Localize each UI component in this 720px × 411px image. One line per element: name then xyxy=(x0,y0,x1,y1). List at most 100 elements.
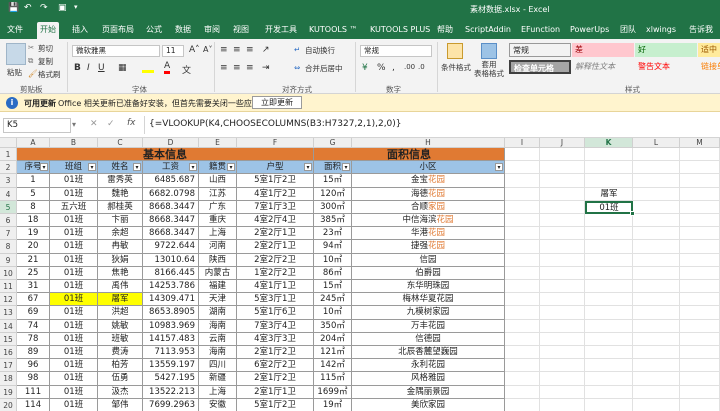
align-right-icon[interactable]: ≡ xyxy=(246,63,254,73)
grid-cell[interactable] xyxy=(505,319,540,333)
grid-cell[interactable] xyxy=(680,280,720,294)
table-cell[interactable]: 01班 xyxy=(50,372,98,386)
grid-cell[interactable] xyxy=(680,346,720,360)
table-cell[interactable]: 1699㎡ xyxy=(314,385,352,399)
grid-cell[interactable] xyxy=(540,148,585,162)
table-cell[interactable]: 13010.64 xyxy=(143,253,199,267)
table-cell[interactable]: 上海 xyxy=(199,385,237,399)
comma-icon[interactable]: , xyxy=(392,63,395,73)
table-cell[interactable]: 5室3厅1卫 xyxy=(237,293,314,307)
row-header-19[interactable]: 19 xyxy=(0,385,17,399)
column-header-a[interactable]: A xyxy=(17,138,50,148)
grid-cell[interactable] xyxy=(633,253,680,267)
table-cell[interactable]: 8653.8905 xyxy=(143,306,199,320)
tab-powerups[interactable]: PowerUps xyxy=(567,22,612,39)
filter-dropdown-icon[interactable]: ▾ xyxy=(495,163,503,172)
row-header-20[interactable]: 20 xyxy=(0,398,17,411)
grid-cell[interactable] xyxy=(540,266,585,280)
tab-view[interactable]: 视图 xyxy=(230,22,252,39)
grid-cell[interactable] xyxy=(540,359,585,373)
grid-cell[interactable] xyxy=(680,332,720,346)
table-cell[interactable]: 19㎡ xyxy=(314,398,352,411)
table-cell[interactable]: 121㎡ xyxy=(314,346,352,360)
grid-cell[interactable] xyxy=(505,253,540,267)
namebox-dropdown-icon[interactable]: ▾ xyxy=(72,120,76,129)
table-cell[interactable]: 10983.969 xyxy=(143,319,199,333)
table-cell[interactable]: 8668.3447 xyxy=(143,227,199,241)
table-cell[interactable]: 重庆 xyxy=(199,214,237,228)
indent-icon[interactable]: ⇥ xyxy=(262,63,270,73)
table-cell[interactable]: 上海 xyxy=(199,227,237,241)
row-header-18[interactable]: 18 xyxy=(0,372,17,386)
table-cell[interactable]: 金隅丽景园 xyxy=(352,385,505,399)
undo-icon[interactable]: ↶ xyxy=(24,3,32,13)
table-cell[interactable]: 1 xyxy=(17,174,50,188)
row-header-8[interactable]: 8 xyxy=(0,240,17,254)
row-header-1[interactable]: 1 xyxy=(0,148,17,162)
align-middle-icon[interactable]: ≡ xyxy=(233,45,241,55)
grid-cell[interactable] xyxy=(633,293,680,307)
table-cell[interactable]: 郝桂英 xyxy=(98,200,143,214)
table-cell[interactable]: 8 xyxy=(17,200,50,214)
column-header-k[interactable]: K xyxy=(585,138,633,148)
table-cell[interactable]: 115㎡ xyxy=(314,372,352,386)
table-cell[interactable]: 焦艳 xyxy=(98,266,143,280)
table-cell[interactable]: 19 xyxy=(17,227,50,241)
table-cell[interactable]: 北辰香麓望巍园 xyxy=(352,346,505,360)
grid-cell[interactable] xyxy=(585,280,633,294)
grid-cell[interactable] xyxy=(585,372,633,386)
style-warning[interactable]: 警告文本 xyxy=(635,60,697,74)
style-bad[interactable]: 差 xyxy=(572,43,634,57)
grid-cell[interactable] xyxy=(505,306,540,320)
row-header-4[interactable]: 4 xyxy=(0,187,17,201)
grid-cell[interactable] xyxy=(540,293,585,307)
redo-icon[interactable]: ↷ xyxy=(40,3,48,13)
grid-cell[interactable] xyxy=(633,398,680,411)
align-left-icon[interactable]: ≡ xyxy=(220,63,228,73)
table-cell[interactable]: 204㎡ xyxy=(314,332,352,346)
grid-cell[interactable] xyxy=(540,161,585,175)
formula-input[interactable]: {=VLOOKUP(K4,CHOOSECOLUMNS(B3:H7327,2,1)… xyxy=(149,119,402,129)
grid-cell[interactable] xyxy=(633,161,680,175)
table-cell[interactable]: 5 xyxy=(17,187,50,201)
row-header-3[interactable]: 3 xyxy=(0,174,17,188)
table-cell[interactable]: 14157.483 xyxy=(143,332,199,346)
table-cell[interactable]: 狄娟 xyxy=(98,253,143,267)
name-box[interactable]: K5 xyxy=(3,118,71,133)
table-cell[interactable]: 江苏 xyxy=(199,187,237,201)
table-cell[interactable]: 67 xyxy=(17,293,50,307)
grid-cell[interactable] xyxy=(540,332,585,346)
worksheet-grid[interactable]: A B C D E F G H I J K L M 1 2 3 4 5 6 7 8 9 10 11 12 13 14 15 16 17 18… xyxy=(0,138,720,411)
table-cell[interactable]: 86㎡ xyxy=(314,266,352,280)
table-cell[interactable]: 姚敏 xyxy=(98,319,143,333)
grid-cell[interactable] xyxy=(633,346,680,360)
table-cell[interactable]: 河南 xyxy=(199,240,237,254)
align-bottom-icon[interactable]: ≡ xyxy=(246,45,254,55)
table-cell[interactable]: 10㎡ xyxy=(314,253,352,267)
column-header-g[interactable]: G xyxy=(314,138,352,148)
grid-cell[interactable] xyxy=(585,359,633,373)
grid-cell[interactable] xyxy=(585,214,633,228)
grid-cell[interactable] xyxy=(680,253,720,267)
table-cell[interactable]: 2室1厅1卫 xyxy=(237,385,314,399)
table-cell[interactable]: 4室1厅2卫 xyxy=(237,187,314,201)
table-cell[interactable]: 4室3厅3卫 xyxy=(237,332,314,346)
table-cell[interactable]: 新疆 xyxy=(199,372,237,386)
merge-icon[interactable]: ⇔ xyxy=(294,63,300,72)
table-cell[interactable]: 74 xyxy=(17,319,50,333)
style-normal[interactable]: 常规 xyxy=(509,43,571,57)
table-cell[interactable]: 98 xyxy=(17,372,50,386)
table-cell[interactable]: 385㎡ xyxy=(314,214,352,228)
grid-cell[interactable] xyxy=(680,148,720,162)
style-good[interactable]: 好 xyxy=(635,43,697,57)
column-header-i[interactable]: I xyxy=(505,138,540,148)
table-cell[interactable]: 10㎡ xyxy=(314,306,352,320)
format-painter-icon[interactable]: 🖌 xyxy=(28,69,38,78)
row-header-16[interactable]: 16 xyxy=(0,346,17,360)
grid-cell[interactable] xyxy=(585,319,633,333)
row-header-12[interactable]: 12 xyxy=(0,293,17,307)
table-cell[interactable]: 8166.445 xyxy=(143,266,199,280)
grid-cell[interactable] xyxy=(633,372,680,386)
borders-icon[interactable]: ▦ xyxy=(118,63,127,73)
table-cell[interactable]: 94㎡ xyxy=(314,240,352,254)
